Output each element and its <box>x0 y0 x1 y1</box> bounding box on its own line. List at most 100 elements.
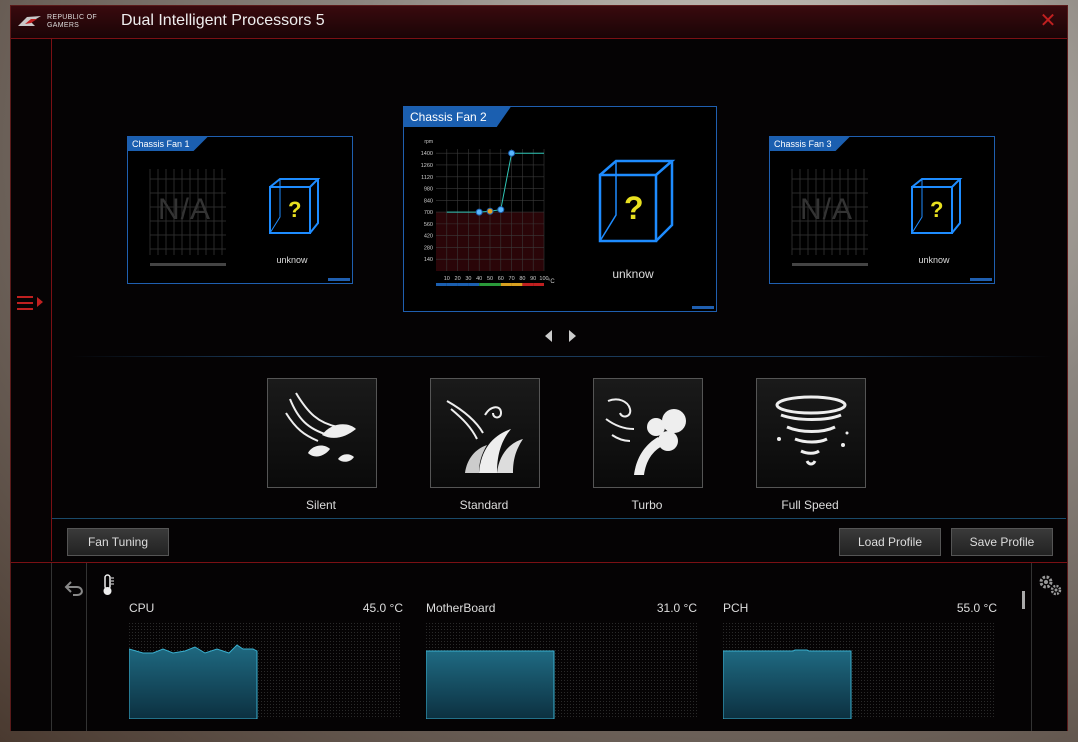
fan-na-text: N/A <box>158 193 212 226</box>
temp-color-segment <box>533 283 544 286</box>
svg-text:?: ? <box>624 190 644 226</box>
load-profile-button[interactable]: Load Profile <box>839 528 941 556</box>
svg-text:?: ? <box>288 197 301 222</box>
temp-color-segment <box>468 283 480 286</box>
y-axis-label: rpm <box>424 139 433 145</box>
fan-status: unknow <box>276 255 308 265</box>
save-profile-button[interactable]: Save Profile <box>951 528 1053 556</box>
curve-control-point[interactable] <box>497 206 505 214</box>
fan-curve-line <box>446 152 544 213</box>
y-tick-label: 1120 <box>421 175 433 181</box>
temp-color-segment <box>500 283 512 286</box>
y-tick-label: 1260 <box>421 163 433 169</box>
fan-card-title: Chassis Fan 1 <box>128 137 208 151</box>
pch-temp-graph <box>723 623 995 719</box>
fan-card-title: Chassis Fan 2 <box>404 107 511 127</box>
x-tick-label: 10 <box>444 276 450 282</box>
temp-value-cpu: 45.0 °C <box>362 601 403 615</box>
x-tick-label: 30 <box>465 276 471 282</box>
temp-name-motherboard: MotherBoard <box>426 601 496 615</box>
tornado-icon <box>775 395 849 466</box>
fan-status: unknow <box>612 267 654 281</box>
y-tick-label: 1400 <box>421 151 433 157</box>
temp-color-segment <box>436 283 447 286</box>
divider <box>1031 563 1032 731</box>
mode-full-speed-button[interactable] <box>756 378 866 488</box>
temp-name-pch: PCH <box>723 601 749 615</box>
temp-color-segment <box>479 283 490 286</box>
temp-name-cpu: CPU <box>129 601 155 615</box>
fan-card-3[interactable]: Chassis Fan 3 N/A ? unknow <box>769 136 995 284</box>
standard-wind-icon <box>446 400 523 473</box>
fan-tuning-button[interactable]: Fan Tuning <box>67 528 169 556</box>
scrollbar[interactable] <box>1022 591 1025 609</box>
menu-icon[interactable] <box>17 292 47 314</box>
temp-color-segment <box>511 283 523 286</box>
y-tick-label: 280 <box>424 245 433 251</box>
x-axis-unit-label: °C <box>548 279 555 285</box>
chassis-question-icon: ? <box>598 159 676 243</box>
card-accent <box>970 278 992 281</box>
prev-arrow-icon[interactable] <box>545 330 552 342</box>
x-tick-label: 50 <box>487 276 493 282</box>
close-icon[interactable]: ✕ <box>1037 10 1059 32</box>
svg-text:?: ? <box>930 197 943 222</box>
x-tick-label: 70 <box>509 276 515 282</box>
mode-label: Standard <box>459 498 509 512</box>
fan-curve-chart[interactable]: 10 20 30 40 50 60 70 80 90 1001400126011209808407… <box>412 133 562 293</box>
app-window: REPUBLIC OF GAMERS Dual Intelligent Proc… <box>10 5 1068 731</box>
mode-silent-button[interactable] <box>267 378 377 488</box>
mode-label: Silent <box>305 498 337 512</box>
chassis-question-icon: ? <box>269 178 321 234</box>
turbo-wind-icon <box>605 398 686 475</box>
fan-card-title: Chassis Fan 3 <box>770 137 850 151</box>
y-tick-label: 560 <box>424 222 433 228</box>
mode-turbo-button[interactable] <box>593 378 703 488</box>
mode-label: Turbo <box>631 498 663 512</box>
mode-label: Full Speed <box>781 498 839 512</box>
undo-icon[interactable] <box>63 577 87 599</box>
y-tick-label: 980 <box>424 187 433 193</box>
mode-standard-button[interactable] <box>430 378 540 488</box>
rog-logo: REPUBLIC OF GAMERS <box>17 11 107 33</box>
y-tick-label: 840 <box>424 198 433 204</box>
next-arrow-icon[interactable] <box>569 330 576 342</box>
temp-value-motherboard: 31.0 °C <box>656 601 697 615</box>
fan-card-2[interactable]: Chassis Fan 2 10 20 30 40 50 60 70 80 90 100 1400 1… <box>403 106 717 312</box>
temp-color-segment <box>522 283 534 286</box>
temp-color-segment <box>490 283 501 286</box>
divider <box>71 356 1051 357</box>
app-title: Dual Intelligent Processors 5 <box>121 12 325 29</box>
curve-control-point[interactable] <box>475 208 483 216</box>
chassis-question-icon: ? <box>911 178 963 234</box>
title-bar: REPUBLIC OF GAMERS Dual Intelligent Proc… <box>11 6 1067 39</box>
x-tick-label: 40 <box>476 276 482 282</box>
temp-value-pch: 55.0 °C <box>956 601 997 615</box>
monitor-panel: CPU 45.0 °C MotherBoard 31.0 °C PCH 55.0… <box>11 562 1067 731</box>
cpu-temp-graph <box>129 623 401 719</box>
temp-color-segment <box>446 283 458 286</box>
y-tick-label: 420 <box>424 234 433 240</box>
thermometer-icon <box>103 574 114 595</box>
x-tick-label: 60 <box>498 276 504 282</box>
silent-leaves-icon <box>285 392 356 462</box>
divider <box>52 518 1066 519</box>
fan-carousel-nav <box>541 328 581 344</box>
curve-control-point[interactable] <box>508 149 516 157</box>
temp-color-segment <box>457 283 469 286</box>
card-accent <box>692 306 714 309</box>
x-tick-label: 90 <box>530 276 536 282</box>
divider <box>86 563 87 731</box>
y-tick-label: 140 <box>424 257 433 263</box>
y-tick-label: 700 <box>424 210 433 216</box>
x-tick-label: 20 <box>455 276 461 282</box>
monitor-left-strip <box>11 563 52 731</box>
rog-eye-icon <box>18 16 41 26</box>
fan-status: unknow <box>918 255 950 265</box>
curve-control-point[interactable] <box>486 207 494 215</box>
fan-card-1[interactable]: Chassis Fan 1 N/A ? unknow <box>127 136 353 284</box>
fan-na-text: N/A <box>800 193 854 226</box>
settings-gear-icon[interactable] <box>1037 573 1063 597</box>
logo-text: REPUBLIC OF GAMERS <box>47 14 97 29</box>
motherboard-temp-graph <box>426 623 698 719</box>
